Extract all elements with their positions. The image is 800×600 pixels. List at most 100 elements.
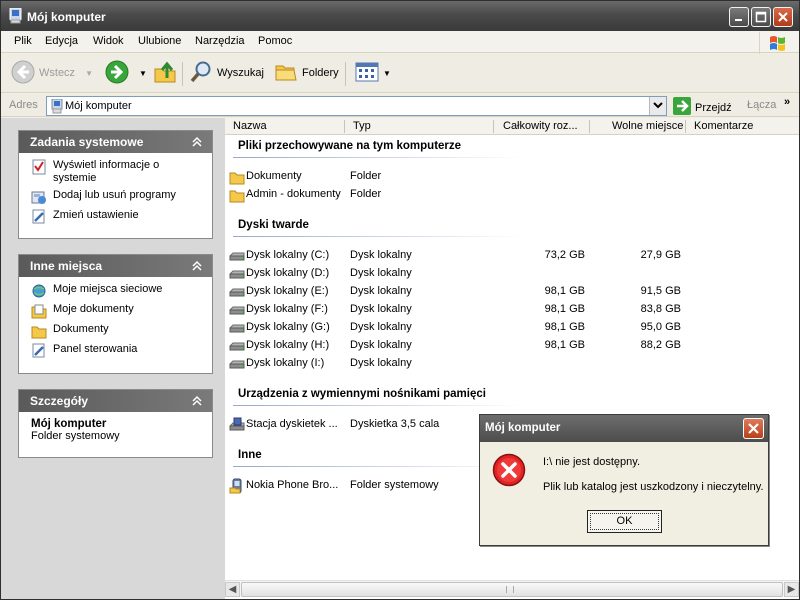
list-item[interactable]: Dysk lokalny (F:) Dysk lokalny 98,1 GB 8… — [229, 301, 699, 319]
error-icon — [492, 453, 526, 490]
collapse-icon[interactable] — [190, 259, 204, 273]
phone-browser-icon — [229, 478, 245, 494]
column-comments[interactable]: Komentarze — [694, 120, 753, 132]
column-total-size[interactable]: Całkowity roz... — [503, 120, 578, 132]
maximize-button[interactable] — [751, 7, 771, 27]
item-type: Dysk lokalny — [350, 303, 412, 315]
list-item[interactable]: Dysk lokalny (C:) Dysk lokalny 73,2 GB 2… — [229, 247, 699, 265]
list-item[interactable]: Dysk lokalny (H:) Dysk lokalny 98,1 GB 8… — [229, 337, 699, 355]
go-button[interactable]: Przejdź — [673, 97, 732, 118]
views-dropdown-icon[interactable]: ▼ — [383, 69, 391, 78]
ok-button[interactable]: OK — [587, 510, 662, 533]
list-item[interactable]: Dysk lokalny (I:) Dysk lokalny — [229, 355, 699, 373]
item-name: Dysk lokalny (C:) — [246, 249, 330, 261]
dialog-title-bar[interactable]: Mój komputer — [480, 415, 768, 442]
menu-help[interactable]: Pomoc — [258, 35, 292, 47]
error-dialog: Mój komputer I:\ nie jest dostępny. Plik… — [479, 414, 769, 546]
dialog-message: I:\ nie jest dostępny. — [543, 456, 641, 468]
list-item[interactable]: Dysk lokalny (G:) Dysk lokalny 98,1 GB 9… — [229, 319, 699, 337]
minimize-button[interactable] — [729, 7, 749, 27]
item-type: Dysk lokalny — [350, 285, 412, 297]
menu-view[interactable]: Widok — [93, 35, 124, 47]
dialog-detail: Plik lub katalog jest uszkodzony i niecz… — [543, 481, 764, 493]
add-remove-programs-icon — [31, 189, 47, 205]
scroll-left-icon[interactable]: ◀ — [225, 582, 240, 597]
list-item[interactable]: Admin - dokumenty Folder — [229, 186, 699, 204]
task-system-info[interactable]: Wyświetl informacje o systemie — [31, 159, 204, 185]
other-places-title: Inne miejsca — [30, 259, 103, 273]
close-button[interactable] — [773, 7, 793, 27]
task-add-remove[interactable]: Dodaj lub usuń programy — [31, 189, 204, 205]
other-places-header[interactable]: Inne miejsca — [19, 255, 212, 277]
item-name: Dysk lokalny (E:) — [246, 285, 329, 297]
details-header[interactable]: Szczegóły — [19, 390, 212, 412]
chevron-right-icon[interactable]: » — [784, 96, 790, 108]
scroll-right-icon[interactable]: ▶ — [784, 582, 799, 597]
details-panel: Szczegóły Mój komputer Folder systemowy — [18, 389, 213, 458]
hard-drive-icon — [229, 338, 245, 354]
views-icon — [355, 61, 379, 86]
place-my-documents[interactable]: Moje dokumenty — [31, 303, 204, 319]
up-folder-icon — [153, 60, 177, 87]
menu-file[interactable]: Plik — [14, 35, 32, 47]
menu-favorites[interactable]: Ulubione — [138, 35, 181, 47]
place-network[interactable]: Moje miejsca sieciowe — [31, 283, 204, 299]
item-free: 95,0 GB — [640, 321, 681, 333]
item-type: Dysk lokalny — [350, 339, 412, 351]
column-free-space[interactable]: Wolne miejsce — [612, 120, 683, 132]
system-tasks-header[interactable]: Zadania systemowe — [19, 131, 212, 153]
ok-label: OK — [590, 513, 659, 530]
hard-drive-icon — [229, 248, 245, 264]
forward-button[interactable]: ▼ — [105, 60, 147, 86]
collapse-icon[interactable] — [190, 394, 204, 408]
title-bar[interactable]: Mój komputer — [1, 1, 799, 31]
folders-button[interactable]: Foldery — [274, 60, 339, 86]
item-total: 98,1 GB — [544, 303, 585, 315]
collapse-icon[interactable] — [190, 135, 204, 149]
scroll-thumb[interactable] — [241, 582, 783, 597]
column-name[interactable]: Nazwa — [233, 120, 267, 132]
details-type: Folder systemowy — [31, 430, 120, 442]
column-type[interactable]: Typ — [353, 120, 371, 132]
task-change-setting[interactable]: Zmień ustawienie — [31, 209, 204, 225]
back-dropdown-icon[interactable]: ▼ — [85, 69, 93, 78]
list-item[interactable]: Dysk lokalny (E:) Dysk lokalny 98,1 GB 9… — [229, 283, 699, 301]
menu-bar: Plik Edycja Widok Ulubione Narzędzia Pom… — [1, 31, 799, 54]
place-control-panel[interactable]: Panel sterowania — [31, 343, 204, 359]
folder-icon — [229, 169, 245, 185]
horizontal-scrollbar[interactable]: ◀ ▶ — [225, 580, 799, 597]
item-name: Dokumenty — [246, 170, 302, 182]
address-dropdown-button[interactable] — [649, 97, 666, 115]
explorer-window: Mój komputer Plik Edycja Widok Ulubione … — [0, 0, 800, 600]
my-documents-icon — [31, 303, 47, 319]
dialog-title: Mój komputer — [485, 422, 561, 434]
folders-icon — [274, 60, 298, 87]
up-folder-button[interactable] — [153, 60, 177, 86]
column-header: Nazwa Typ Całkowity roz... Wolne miejsce… — [225, 118, 799, 135]
address-value: Mój komputer — [65, 100, 132, 112]
system-tasks-panel: Zadania systemowe Wyświetl informacje o … — [18, 130, 213, 239]
forward-dropdown-icon[interactable]: ▼ — [139, 69, 147, 78]
window-title: Mój komputer — [27, 10, 106, 24]
views-button[interactable]: ▼ — [355, 60, 391, 86]
links-label[interactable]: Łącza — [747, 99, 776, 111]
item-type: Dysk lokalny — [350, 321, 412, 333]
search-button[interactable]: Wyszukaj — [189, 60, 264, 86]
toolbar: Wstecz ▼ ▼ Wyszukaj Foldery ▼ — [1, 54, 799, 93]
back-button[interactable]: Wstecz ▼ — [11, 60, 93, 86]
dialog-close-button[interactable] — [743, 418, 764, 439]
item-free: 88,2 GB — [640, 339, 681, 351]
task-label: Wyświetl informacje o systemie — [53, 159, 160, 184]
item-name: Dysk lokalny (H:) — [246, 339, 330, 351]
item-name: Dysk lokalny (D:) — [246, 267, 330, 279]
place-documents[interactable]: Dokumenty — [31, 323, 204, 339]
system-info-icon — [31, 159, 47, 175]
task-pane: Zadania systemowe Wyświetl informacje o … — [1, 118, 225, 599]
list-item[interactable]: Dokumenty Folder — [229, 168, 699, 186]
address-input[interactable]: Mój komputer — [46, 96, 667, 116]
menu-tools[interactable]: Narzędzia — [195, 35, 245, 47]
list-item[interactable]: Dysk lokalny (D:) Dysk lokalny — [229, 265, 699, 283]
item-name: Dysk lokalny (I:) — [246, 357, 325, 369]
menu-edit[interactable]: Edycja — [45, 35, 78, 47]
network-places-icon — [31, 283, 47, 299]
